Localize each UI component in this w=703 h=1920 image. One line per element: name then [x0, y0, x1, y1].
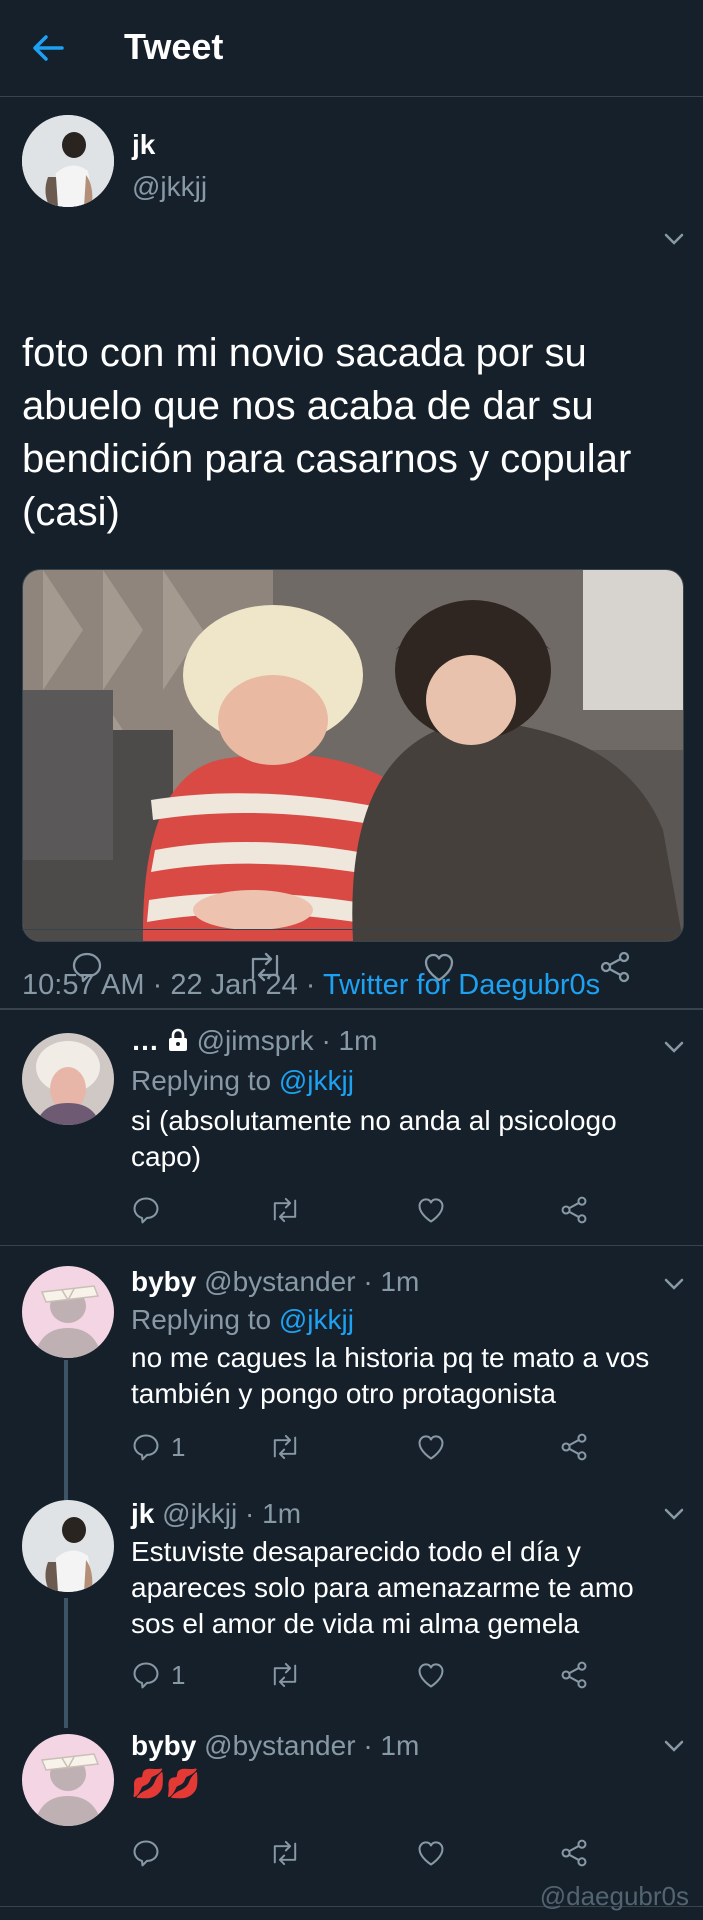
replying-to-link[interactable]: @jkkjj: [279, 1304, 354, 1335]
avatar-photo: [22, 1033, 114, 1125]
reply-author-handle[interactable]: @bystander: [204, 1266, 355, 1297]
like-heart-icon[interactable]: [416, 1660, 446, 1690]
replying-to: Replying to @jkkjj: [131, 1302, 354, 1338]
main-action-bar: [0, 950, 703, 1010]
tweet-text: foto con mi novio sacada por su abuelo q…: [22, 331, 632, 534]
retweet-icon[interactable]: [245, 950, 285, 984]
reply-author-handle[interactable]: @jkkjj: [162, 1498, 237, 1529]
reply-icon[interactable]: [131, 1195, 161, 1225]
divider: [22, 929, 681, 930]
reply-tweet[interactable]: jk @jkkjj · 1m Estuviste desaparecido to…: [0, 1478, 703, 1710]
author-handle[interactable]: @jkkjj: [132, 171, 207, 203]
replying-to-label: Replying to: [131, 1304, 272, 1335]
retweet-icon[interactable]: [268, 1432, 302, 1462]
replying-to-label: Replying to: [131, 1065, 272, 1096]
like-heart-icon[interactable]: [416, 1195, 446, 1225]
page-title: Tweet: [124, 26, 224, 67]
reply-author-name[interactable]: jk: [131, 1498, 154, 1529]
replying-to-link[interactable]: @jkkjj: [279, 1065, 354, 1096]
reply-count: 1: [171, 1660, 186, 1690]
reply-actions: [131, 1838, 601, 1870]
reply-icon[interactable]: [131, 1432, 161, 1462]
reply-avatar[interactable]: [22, 1033, 114, 1125]
reply-author-name[interactable]: byby: [131, 1266, 196, 1297]
chevron-down-icon[interactable]: [660, 225, 688, 253]
like-heart-icon[interactable]: [422, 950, 456, 984]
reply-age: · 1m: [363, 1730, 420, 1761]
reply-avatar[interactable]: [22, 1266, 114, 1358]
author-name[interactable]: jk: [132, 129, 155, 161]
avatar-photo: [22, 1266, 114, 1358]
reply-icon[interactable]: [70, 950, 104, 984]
reply-header: byby @bystander · 1m: [131, 1728, 419, 1764]
reply-actions: 1: [131, 1432, 601, 1464]
avatar-photo: [22, 1500, 114, 1592]
chevron-down-icon[interactable]: [660, 1732, 688, 1760]
reply-age: · 1m: [245, 1498, 302, 1529]
reply-header: jk @jkkjj · 1m: [131, 1496, 301, 1532]
retweet-icon[interactable]: [268, 1838, 302, 1868]
share-icon[interactable]: [559, 1838, 589, 1868]
reply-avatar[interactable]: [22, 1500, 114, 1592]
like-heart-icon[interactable]: [416, 1838, 446, 1868]
like-heart-icon[interactable]: [416, 1432, 446, 1462]
reply-age: · 1m: [363, 1266, 420, 1297]
reply-text: no me cagues la historia pq te mato a vo…: [131, 1342, 650, 1409]
reply-avatar[interactable]: [22, 1734, 114, 1826]
share-icon[interactable]: [559, 1432, 589, 1462]
chevron-down-icon[interactable]: [660, 1033, 688, 1061]
reply-header: … @jimsprk · 1m: [131, 1023, 377, 1059]
share-icon[interactable]: [559, 1195, 589, 1225]
reply-icon[interactable]: [131, 1838, 161, 1868]
photo-illustration: [23, 570, 683, 941]
reply-author-name[interactable]: …: [131, 1025, 159, 1056]
reply-header: byby @bystander · 1m: [131, 1264, 419, 1300]
retweet-icon[interactable]: [268, 1195, 302, 1225]
watermark: @daegubr0s: [539, 1881, 689, 1911]
reply-text: si (absolutamente no anda al psicologo c…: [131, 1105, 617, 1172]
avatar-photo: [22, 1734, 114, 1826]
chevron-down-icon[interactable]: [660, 1500, 688, 1528]
reply-author-handle[interactable]: @jimsprk: [197, 1025, 314, 1056]
tweet-photo[interactable]: [22, 569, 684, 942]
retweet-icon[interactable]: [268, 1660, 302, 1690]
top-bar: Tweet: [0, 0, 703, 97]
reply-tweet[interactable]: byby @bystander · 1m Replying to @jkkjj …: [0, 1246, 703, 1478]
share-icon[interactable]: [598, 950, 632, 984]
reply-author-handle[interactable]: @bystander: [204, 1730, 355, 1761]
chevron-down-icon[interactable]: [660, 1270, 688, 1298]
lock-icon: [168, 1028, 187, 1051]
back-arrow-icon[interactable]: [28, 28, 68, 68]
share-icon[interactable]: [559, 1660, 589, 1690]
reply-tweet[interactable]: byby @bystander · 1m 💋💋: [0, 1710, 703, 1906]
reply-icon[interactable]: [131, 1660, 161, 1690]
reply-tweet[interactable]: … @jimsprk · 1m Replying to @jkkjj si (a…: [0, 1009, 703, 1245]
replying-to: Replying to @jkkjj: [131, 1063, 354, 1099]
avatar-photo: [22, 115, 114, 207]
main-tweet: jk @jkkjj foto con mi novio sacada por s…: [0, 97, 703, 1010]
reply-actions: 1: [131, 1660, 601, 1692]
reply-author-name[interactable]: byby: [131, 1730, 196, 1761]
reply-text: Estuviste desaparecido todo el día y apa…: [131, 1536, 634, 1639]
author-avatar[interactable]: [22, 115, 114, 207]
reply-actions: [131, 1195, 601, 1227]
reply-count: 1: [171, 1432, 186, 1462]
reply-age: · 1m: [321, 1025, 378, 1056]
reply-text: 💋💋: [131, 1768, 201, 1799]
